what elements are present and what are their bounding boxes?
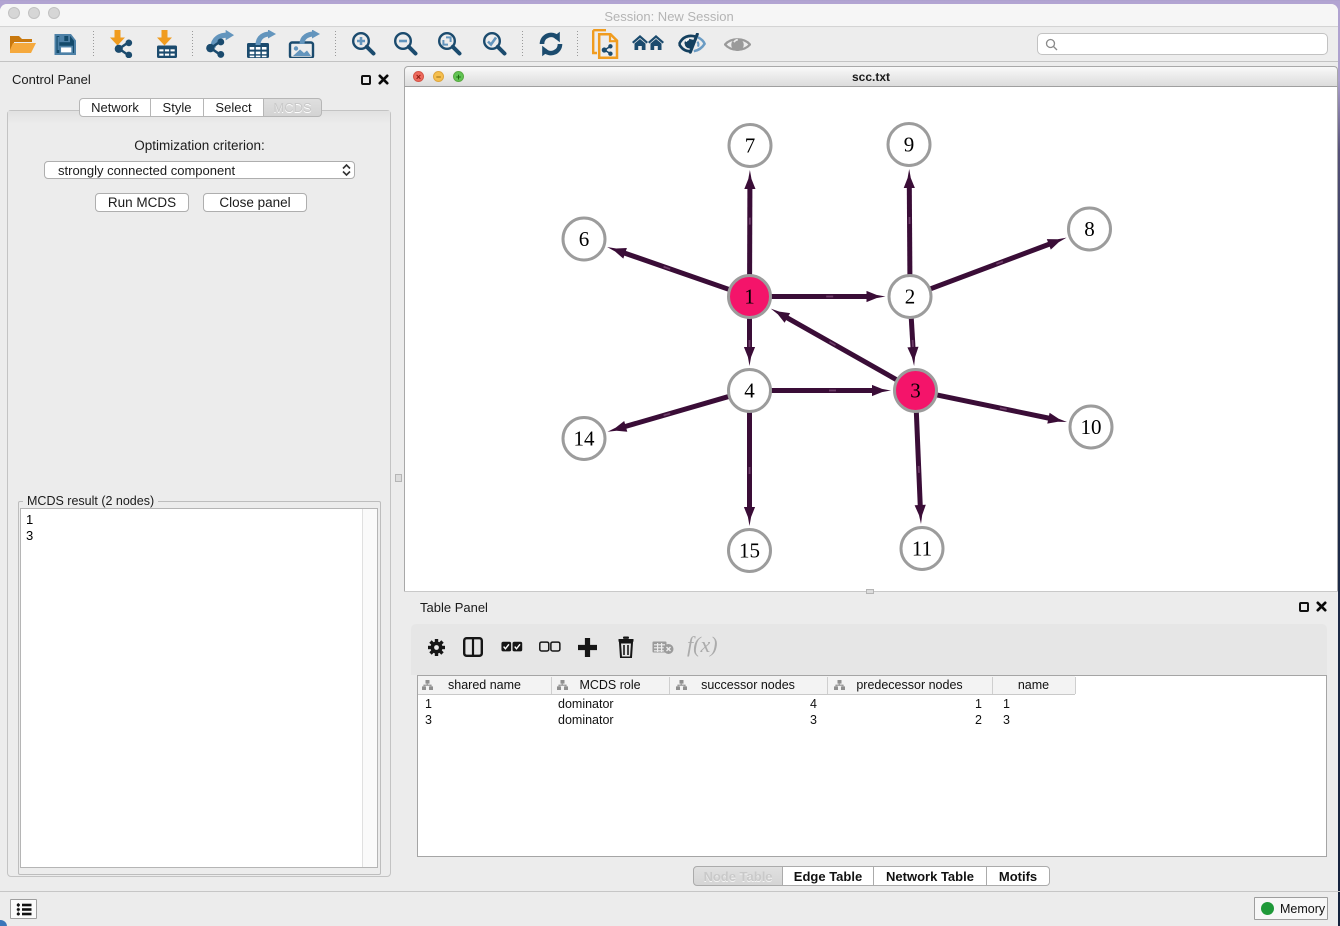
svg-text:7: 7 <box>745 134 756 158</box>
svg-text:15: 15 <box>739 539 760 563</box>
svg-text:6: 6 <box>579 227 590 251</box>
svg-text:2: 2 <box>905 285 916 309</box>
svg-text:9: 9 <box>904 133 915 157</box>
svg-text:10: 10 <box>1081 415 1102 439</box>
svg-text:1: 1 <box>744 285 755 309</box>
svg-text:14: 14 <box>574 427 596 451</box>
svg-text:4: 4 <box>744 379 755 403</box>
svg-text:11: 11 <box>912 537 932 561</box>
svg-text:8: 8 <box>1084 217 1095 241</box>
svg-text:3: 3 <box>910 379 921 403</box>
